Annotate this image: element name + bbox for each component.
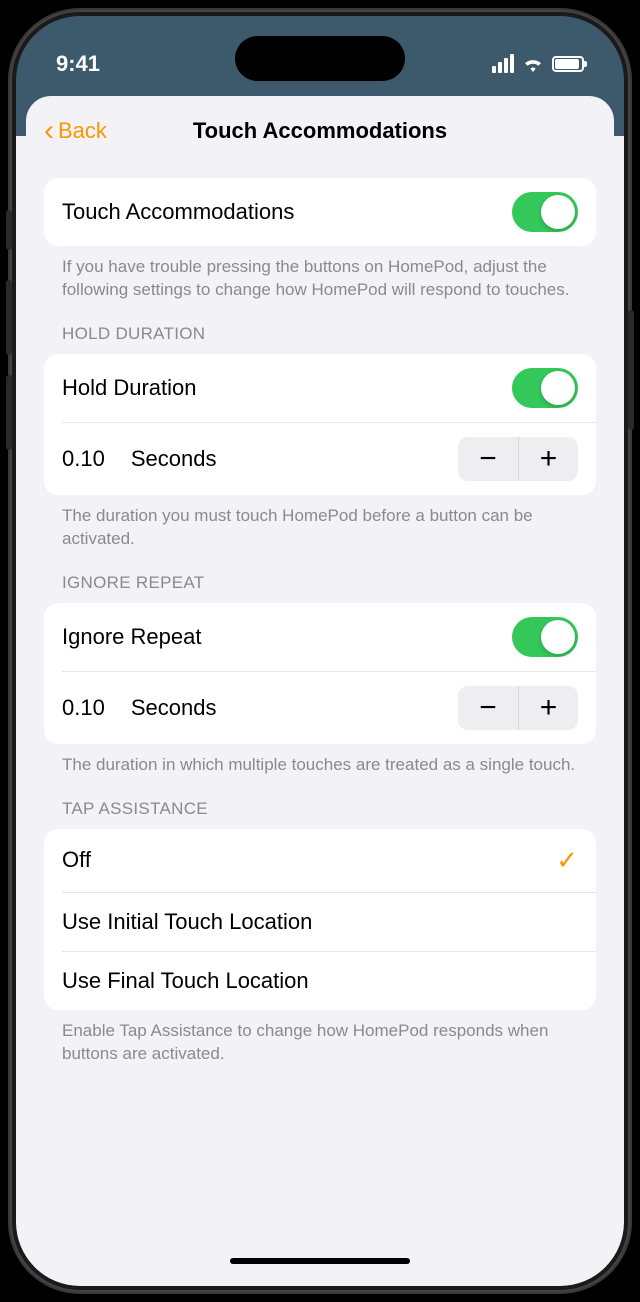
- hold-duration-header: HOLD DURATION: [62, 324, 578, 344]
- ignore-repeat-header: IGNORE REPEAT: [62, 573, 578, 593]
- ignore-repeat-toggle[interactable]: [512, 617, 578, 657]
- battery-icon: [552, 56, 584, 72]
- hold-duration-toggle[interactable]: [512, 368, 578, 408]
- dynamic-island: [235, 36, 405, 81]
- tap-initial-label: Use Initial Touch Location: [62, 909, 312, 935]
- ignore-repeat-label: Ignore Repeat: [62, 624, 201, 650]
- tap-assistance-final[interactable]: Use Final Touch Location: [44, 952, 596, 1010]
- side-button-volume-down: [6, 375, 12, 450]
- ignore-repeat-decrement[interactable]: −: [458, 686, 518, 730]
- tap-off-label: Off: [62, 847, 91, 873]
- side-button-volume-up: [6, 280, 12, 355]
- touch-accommodations-footer: If you have trouble pressing the buttons…: [62, 256, 578, 302]
- settings-scroll[interactable]: Touch Accommodations If you have trouble…: [26, 178, 614, 1066]
- status-indicators: [492, 54, 584, 73]
- wifi-icon: [522, 56, 544, 72]
- tap-assistance-initial[interactable]: Use Initial Touch Location: [44, 893, 596, 951]
- cellular-signal-icon: [492, 54, 514, 73]
- hold-duration-value: 0.10: [62, 446, 105, 472]
- ignore-repeat-footer: The duration in which multiple touches a…: [62, 754, 578, 777]
- home-indicator[interactable]: [230, 1258, 410, 1264]
- ignore-repeat-value: 0.10: [62, 695, 105, 721]
- navigation-bar: ‹ Back Touch Accommodations: [26, 96, 614, 160]
- hold-duration-row: Hold Duration: [44, 354, 596, 422]
- chevron-left-icon: ‹: [44, 116, 54, 146]
- status-time: 9:41: [56, 51, 100, 77]
- tap-assistance-off[interactable]: Off ✓: [44, 829, 596, 892]
- touch-accommodations-row: Touch Accommodations: [44, 178, 596, 246]
- side-button-mute: [6, 210, 12, 250]
- touch-accommodations-toggle[interactable]: [512, 192, 578, 232]
- ignore-repeat-stepper-row: 0.10 Seconds − +: [44, 672, 596, 744]
- hold-duration-stepper-row: 0.10 Seconds − +: [44, 423, 596, 495]
- hold-duration-unit: Seconds: [131, 446, 217, 472]
- checkmark-icon: ✓: [556, 845, 578, 876]
- hold-duration-stepper: − +: [458, 437, 578, 481]
- ignore-repeat-row: Ignore Repeat: [44, 603, 596, 671]
- tap-assistance-footer: Enable Tap Assistance to change how Home…: [62, 1020, 578, 1066]
- tap-final-label: Use Final Touch Location: [62, 968, 309, 994]
- page-title: Touch Accommodations: [26, 118, 614, 144]
- hold-duration-decrement[interactable]: −: [458, 437, 518, 481]
- hold-duration-footer: The duration you must touch HomePod befo…: [62, 505, 578, 551]
- tap-assistance-header: TAP ASSISTANCE: [62, 799, 578, 819]
- ignore-repeat-unit: Seconds: [131, 695, 217, 721]
- ignore-repeat-stepper: − +: [458, 686, 578, 730]
- back-button[interactable]: ‹ Back: [44, 116, 107, 146]
- side-button-power: [628, 310, 634, 430]
- hold-duration-label: Hold Duration: [62, 375, 197, 401]
- phone-frame: 9:41 ‹ Back Touch Accommodations: [10, 10, 630, 1292]
- touch-accommodations-label: Touch Accommodations: [62, 199, 294, 225]
- ignore-repeat-increment[interactable]: +: [518, 686, 578, 730]
- hold-duration-increment[interactable]: +: [518, 437, 578, 481]
- back-label: Back: [58, 118, 107, 144]
